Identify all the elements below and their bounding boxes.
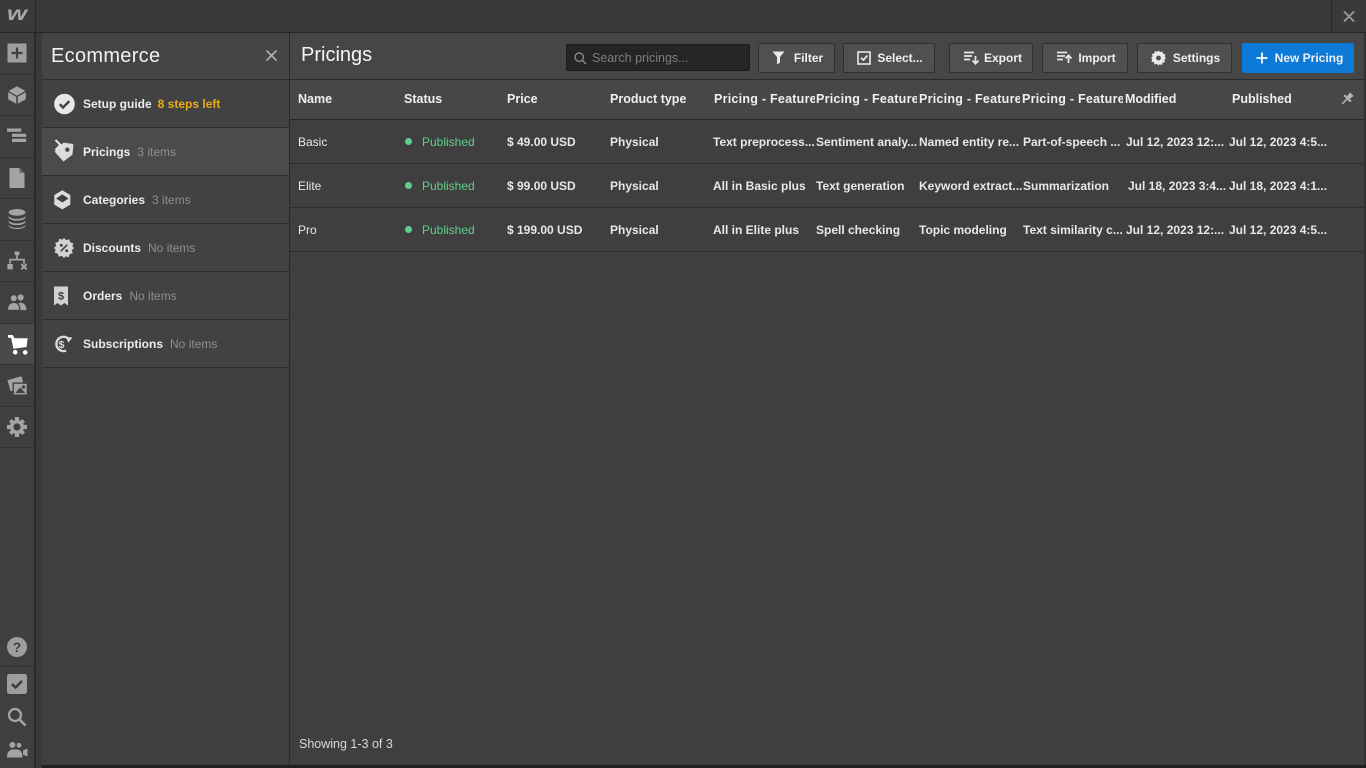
svg-text:?: ? [13,640,21,655]
svg-text:$: $ [58,290,64,302]
svg-text:$: $ [59,339,65,351]
